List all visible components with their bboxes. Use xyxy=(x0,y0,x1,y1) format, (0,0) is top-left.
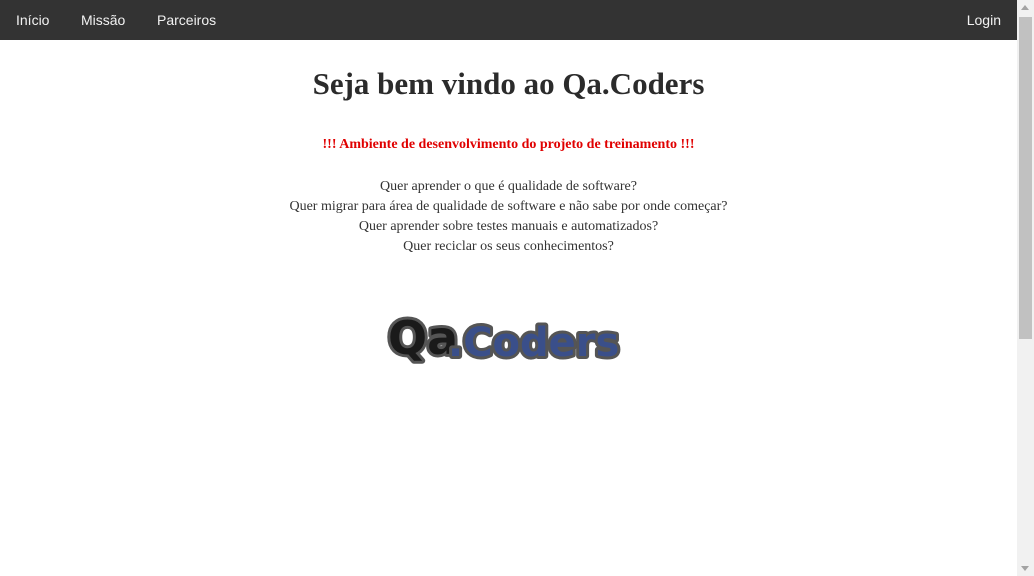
question-text: Quer aprender o que é qualidade de softw… xyxy=(380,179,637,194)
scroll-down-icon[interactable] xyxy=(1021,566,1029,571)
page: Início Missão Parceiros Login Seja bem v… xyxy=(0,0,1034,576)
scrollbar-thumb[interactable] xyxy=(1019,17,1032,339)
nav-link-login[interactable]: Login xyxy=(967,0,1001,40)
questions-list: Quer aprender o que é qualidade de softw… xyxy=(0,177,1017,257)
page-title: Seja bem vindo ao Qa.Coders xyxy=(312,66,705,101)
nav-link-missao[interactable]: Missão xyxy=(81,0,125,40)
vertical-scrollbar[interactable] xyxy=(1017,0,1034,576)
logo-text-coders: .Coders xyxy=(448,320,619,366)
scroll-up-icon[interactable] xyxy=(1021,5,1029,10)
question-text: Quer reciclar os seus conhecimentos? xyxy=(403,239,614,254)
main-content: Seja bem vindo ao Qa.Coders !!! Ambiente… xyxy=(0,40,1017,576)
dev-environment-warning: !!! Ambiente de desenvolvimento do proje… xyxy=(322,137,695,152)
question-text: Quer migrar para área de qualidade de so… xyxy=(289,199,728,214)
nav-link-inicio[interactable]: Início xyxy=(16,0,49,40)
question-text: Quer aprender sobre testes manuais e aut… xyxy=(358,219,659,234)
qa-coders-logo: Qa Qa .Coders .Coders xyxy=(386,308,622,368)
nav-link-parceiros[interactable]: Parceiros xyxy=(157,0,216,40)
top-navbar: Início Missão Parceiros Login xyxy=(0,0,1017,40)
